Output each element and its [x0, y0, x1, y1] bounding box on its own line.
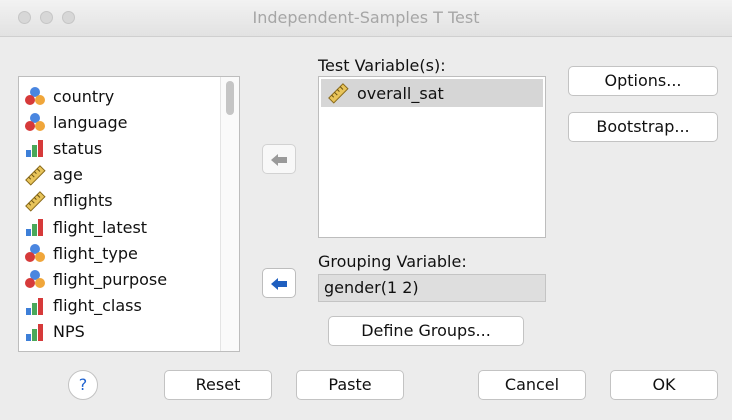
- variable-item-flight-type[interactable]: flight_type: [19, 240, 219, 266]
- arrow-left-icon: [271, 154, 287, 166]
- options-button[interactable]: Options...: [568, 66, 718, 96]
- move-to-test-variables-button[interactable]: [262, 144, 296, 174]
- grouping-variable-field[interactable]: gender(1 2): [318, 274, 546, 302]
- variable-label: status: [53, 138, 103, 158]
- variable-item-nflights[interactable]: nflights: [19, 188, 219, 214]
- ordinal-icon: [24, 295, 46, 317]
- variable-item-flight-purpose[interactable]: flight_purpose: [19, 266, 219, 292]
- paste-button[interactable]: Paste: [296, 370, 404, 400]
- variable-item-country[interactable]: country: [19, 83, 219, 109]
- variable-item-flight-latest[interactable]: flight_latest: [19, 214, 219, 240]
- variable-item-flight-class[interactable]: flight_class: [19, 293, 219, 319]
- variable-label: flight_class: [53, 296, 142, 316]
- test-variable-label: overall_sat: [357, 83, 444, 103]
- window-title: Independent-Samples T Test: [252, 8, 480, 27]
- test-variables-list[interactable]: overall_sat: [318, 76, 546, 238]
- variable-label: flight_latest: [53, 217, 148, 237]
- ordinal-icon: [24, 137, 46, 159]
- variable-label: age: [53, 165, 83, 185]
- arrow-left-icon: [271, 278, 287, 290]
- variable-item-status[interactable]: status: [19, 135, 219, 161]
- test-variables-label: Test Variable(s):: [318, 56, 446, 75]
- ordinal-icon: [24, 216, 46, 238]
- variable-list[interactable]: country language status age nflights flight_l…: [18, 76, 240, 352]
- nominal-icon: [24, 111, 46, 133]
- variable-label: country: [53, 86, 115, 106]
- move-to-grouping-variable-button[interactable]: [262, 268, 296, 298]
- scrollbar-thumb[interactable]: [226, 81, 234, 115]
- title-bar: Independent-Samples T Test: [0, 0, 732, 37]
- variable-item-age[interactable]: age: [19, 162, 219, 188]
- cancel-button[interactable]: Cancel: [478, 370, 586, 400]
- ok-button[interactable]: OK: [610, 370, 718, 400]
- scale-icon: [328, 83, 349, 104]
- variable-item-language[interactable]: language: [19, 109, 219, 135]
- ordinal-icon: [24, 321, 46, 343]
- help-button[interactable]: ?: [68, 370, 98, 400]
- variable-label: language: [53, 112, 128, 132]
- variable-label: NPS: [53, 322, 85, 342]
- grouping-variable-label: Grouping Variable:: [318, 252, 467, 271]
- variable-item-nps[interactable]: NPS: [19, 319, 219, 345]
- variable-label: flight_type: [53, 243, 138, 263]
- nominal-icon: [24, 242, 46, 264]
- reset-button[interactable]: Reset: [164, 370, 272, 400]
- test-variable-item[interactable]: overall_sat: [321, 79, 543, 107]
- define-groups-button[interactable]: Define Groups...: [328, 316, 524, 346]
- variable-label: nflights: [53, 191, 113, 211]
- nominal-icon: [24, 85, 46, 107]
- scale-icon: [24, 190, 46, 212]
- variable-label: flight_purpose: [53, 269, 168, 289]
- variable-list-scrollbar[interactable]: [220, 77, 239, 351]
- nominal-icon: [24, 268, 46, 290]
- scale-icon: [24, 164, 46, 186]
- bootstrap-button[interactable]: Bootstrap...: [568, 112, 718, 142]
